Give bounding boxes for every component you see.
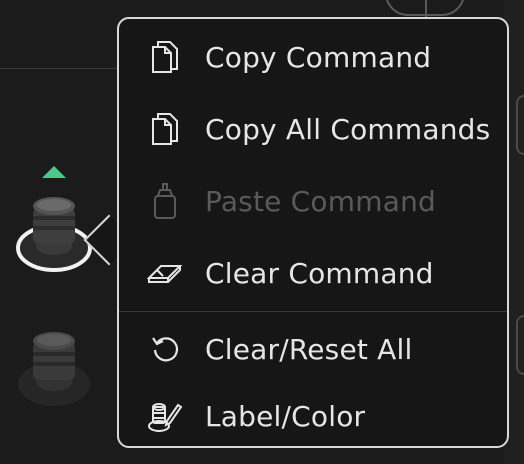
menu-item-label: Clear/Reset All (205, 332, 413, 366)
background-divider (0, 68, 130, 69)
eraser-icon (145, 253, 185, 293)
footswitch[interactable] (14, 328, 94, 418)
menu-item-paste-command: Paste Command (119, 165, 507, 237)
label-color-icon (145, 396, 185, 436)
menu-item-label: Paste Command (205, 184, 436, 218)
menu-item-clear-reset-all[interactable]: Clear/Reset All (119, 313, 507, 385)
reset-icon (145, 329, 185, 369)
menu-item-label: Clear Command (205, 256, 434, 290)
active-indicator-icon (42, 166, 66, 178)
context-menu: Copy Command Copy All Commands Paste Com… (117, 17, 509, 448)
app-canvas: Copy Command Copy All Commands Paste Com… (0, 0, 524, 464)
background-right-control (516, 315, 524, 375)
menu-item-label: Copy Command (205, 40, 432, 74)
copy-icon (145, 109, 185, 149)
menu-item-label: Label/Color (205, 399, 366, 433)
menu-item-label: Copy All Commands (205, 112, 491, 146)
menu-item-copy-all-commands[interactable]: Copy All Commands (119, 93, 507, 165)
background-top-control (385, 0, 465, 18)
menu-item-label-color[interactable]: Label/Color (119, 380, 507, 452)
copy-icon (145, 37, 185, 77)
menu-item-clear-command[interactable]: Clear Command (119, 237, 507, 309)
footswitch-selected[interactable] (14, 188, 94, 278)
paste-bottle-icon (145, 181, 185, 221)
menu-item-copy-command[interactable]: Copy Command (119, 21, 507, 93)
background-right-control (516, 95, 524, 155)
menu-divider (119, 311, 507, 312)
